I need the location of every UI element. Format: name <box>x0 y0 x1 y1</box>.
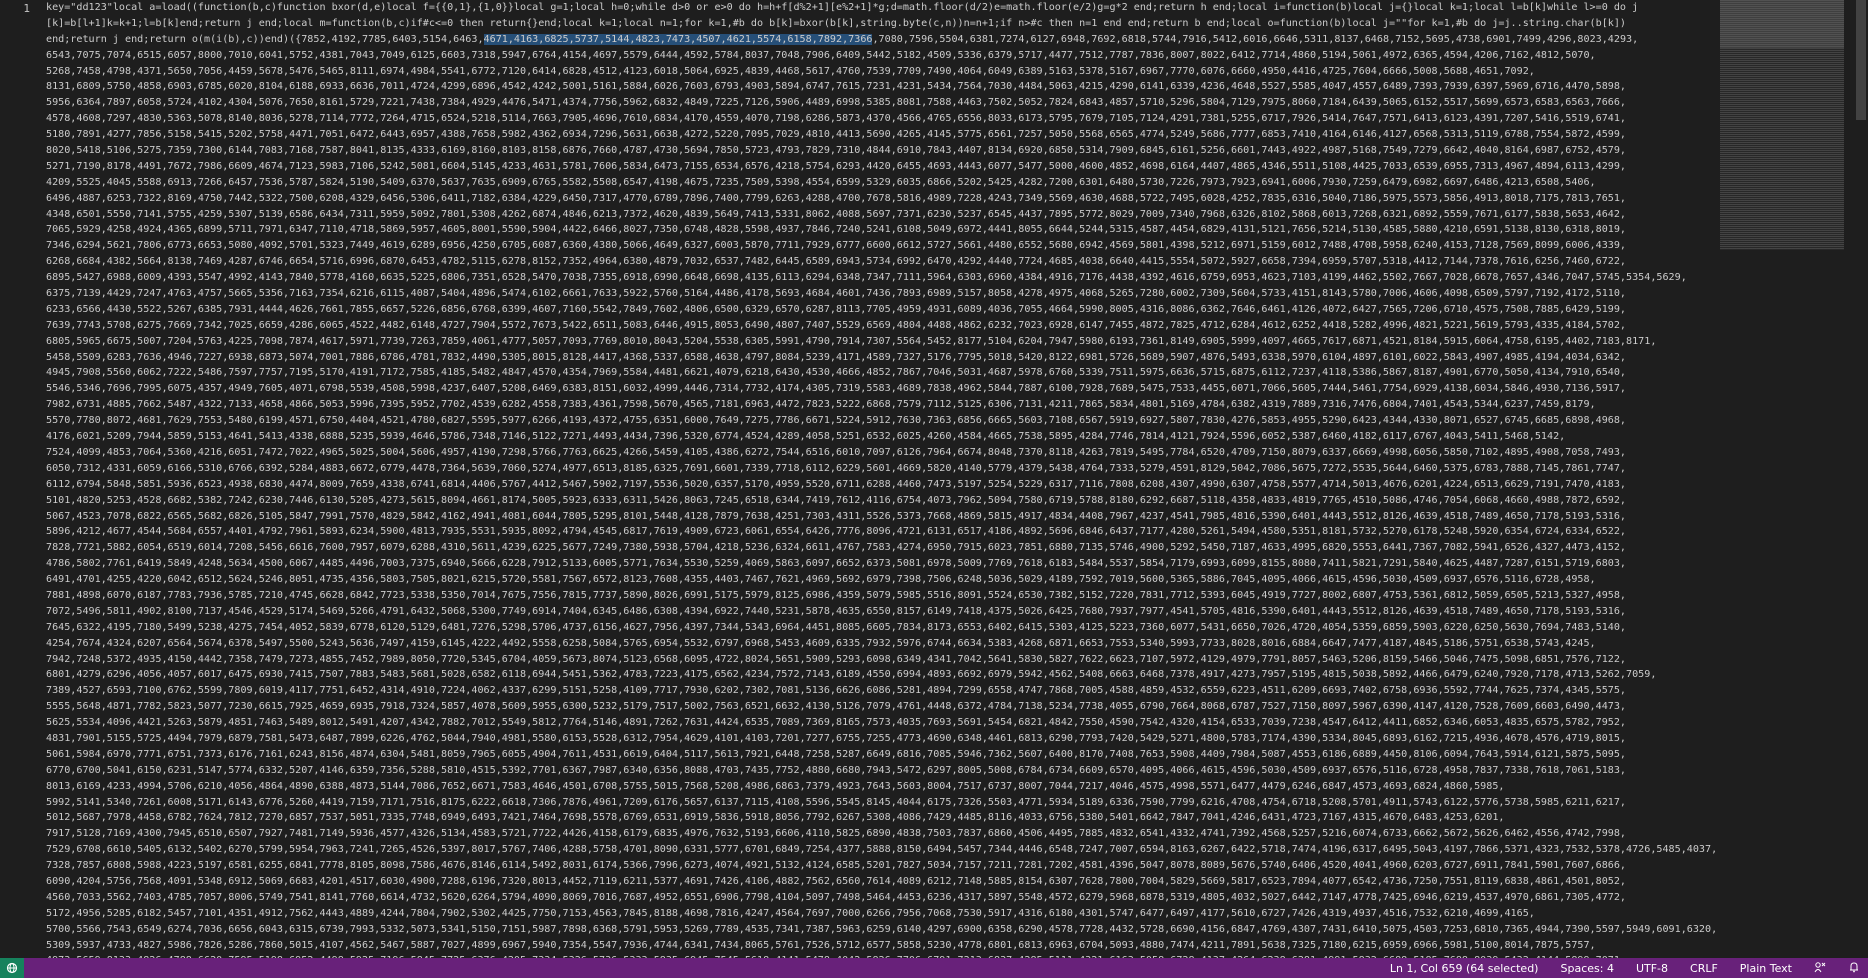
code-line[interactable]: 7917,5128,7169,4300,7945,6510,6507,7927,… <box>46 826 1746 842</box>
code-line[interactable]: 5180,7891,4277,7856,5158,5415,5202,5758,… <box>46 127 1746 143</box>
code-editor[interactable]: 1 key="dd123"local a=load((function(b,c)… <box>0 0 1868 958</box>
code-line[interactable]: 7645,6322,4195,7180,5499,5238,4275,7454,… <box>46 620 1746 636</box>
code-line[interactable]: 6543,7075,7074,6515,6057,8000,7010,6041,… <box>46 48 1746 64</box>
code-line[interactable]: 5271,7190,8178,4491,7672,7986,6609,4674,… <box>46 159 1746 175</box>
code-line[interactable]: 6233,6566,4430,5522,5267,6385,7931,4444,… <box>46 302 1746 318</box>
bell-icon[interactable] <box>1848 961 1860 976</box>
code-line[interactable]: 5546,5346,7696,7995,6075,4357,4949,7605,… <box>46 381 1746 397</box>
code-line[interactable]: 5101,4820,5253,4528,6682,5382,7242,6230,… <box>46 493 1746 509</box>
code-line[interactable]: 4945,7908,5560,6062,7222,5486,7597,7757,… <box>46 365 1746 381</box>
code-line[interactable]: 6496,4887,6253,7322,8169,4750,7442,5322,… <box>46 191 1746 207</box>
status-bar: Ln 1, Col 659 (64 selected) Spaces: 4 UT… <box>0 958 1868 978</box>
code-line[interactable]: 6770,6700,5041,6150,6231,5147,5774,6332,… <box>46 763 1746 779</box>
feedback-icon[interactable] <box>1814 961 1826 976</box>
code-line[interactable]: 5309,5937,4733,4827,5986,7826,5286,7860,… <box>46 938 1746 954</box>
line-number: 1 <box>23 2 30 15</box>
remote-indicator[interactable] <box>0 958 24 978</box>
code-line[interactable]: 4254,7674,4324,6207,6564,5674,6378,5497,… <box>46 636 1746 652</box>
code-line[interactable]: 8131,6809,5750,4858,6903,6785,6020,8104,… <box>46 79 1746 95</box>
code-line[interactable]: 5956,6364,7897,6058,5724,4102,4304,5076,… <box>46 95 1746 111</box>
code-line[interactable]: 7828,7721,5882,6054,6519,6014,7208,5456,… <box>46 540 1746 556</box>
code-line[interactable]: 4831,7901,5155,5725,4494,7979,6879,7581,… <box>46 731 1746 747</box>
code-line[interactable]: 7942,7248,5372,4935,4150,4442,7358,7479,… <box>46 652 1746 668</box>
code-line[interactable]: 4176,6021,5209,7944,5859,5153,4641,5413,… <box>46 429 1746 445</box>
code-line[interactable]: [k]=b[l+1]k=k+1;l=b[k]end;return j end;l… <box>46 16 1746 32</box>
vertical-scrollbar[interactable] <box>1854 0 1868 958</box>
code-line[interactable]: 7065,5929,4258,4924,4365,6899,5711,7971,… <box>46 222 1746 238</box>
code-line[interactable]: 4560,7033,5562,7403,4785,7057,8006,5749,… <box>46 890 1746 906</box>
code-line[interactable]: 6895,5427,6988,6009,4393,5547,4992,4143,… <box>46 270 1746 286</box>
encoding[interactable]: UTF-8 <box>1636 962 1668 975</box>
code-line[interactable]: 6491,4701,4255,4220,6042,6512,5624,5246,… <box>46 572 1746 588</box>
minimap-slider[interactable] <box>1720 0 1844 48</box>
code-line[interactable]: 5172,4956,5285,6182,5457,7101,4351,4912,… <box>46 906 1746 922</box>
code-line[interactable]: 4348,6501,5550,7141,5755,4259,5307,5139,… <box>46 207 1746 223</box>
code-line[interactable]: 8013,6169,4233,4994,5706,6210,4056,4864,… <box>46 779 1746 795</box>
code-line[interactable]: 6375,7139,4429,7247,4763,4757,5665,5356,… <box>46 286 1746 302</box>
code-line[interactable]: end;return j end;return o(m(i(b),c))end)… <box>46 32 1746 48</box>
code-line[interactable]: 4786,5802,7761,6419,5849,4248,5634,4500,… <box>46 556 1746 572</box>
code-line[interactable]: 6050,7312,4331,6059,6166,5310,6766,6392,… <box>46 461 1746 477</box>
indentation[interactable]: Spaces: 4 <box>1560 962 1613 975</box>
code-line[interactable]: 7881,4898,6070,6187,7783,7936,5785,7210,… <box>46 588 1746 604</box>
code-line[interactable]: 6112,6794,5848,5851,5936,6523,4938,6830,… <box>46 477 1746 493</box>
code-line[interactable]: 6090,4204,5756,7568,4091,5348,6912,5069,… <box>46 874 1746 890</box>
code-line[interactable]: 6268,6684,4382,5664,8138,7469,4287,6746,… <box>46 254 1746 270</box>
code-line[interactable]: 8020,5418,5106,5275,7359,7300,6144,7083,… <box>46 143 1746 159</box>
remote-icon <box>6 962 18 974</box>
code-line[interactable]: 5012,5687,7978,4458,6782,7624,7812,7270,… <box>46 810 1746 826</box>
editor-text-area[interactable]: key="dd123"local a=load((function(b,c)fu… <box>46 0 1746 958</box>
code-line[interactable]: 5700,5566,7543,6549,6274,7036,6656,6043,… <box>46 922 1746 938</box>
code-line[interactable]: 7982,6731,4885,7662,5487,4322,7133,4658,… <box>46 397 1746 413</box>
line-number-gutter: 1 <box>0 0 36 958</box>
code-line[interactable]: 5061,5984,6970,7771,6751,7373,6176,7161,… <box>46 747 1746 763</box>
minimap[interactable] <box>1720 0 1844 250</box>
code-line[interactable]: 7529,6708,6610,5405,6132,5402,6270,5799,… <box>46 842 1746 858</box>
code-line[interactable]: 5067,4523,7078,6822,6565,5682,6826,5105,… <box>46 509 1746 525</box>
code-line[interactable]: 5458,5509,6283,7636,4946,7227,6938,6873,… <box>46 350 1746 366</box>
cursor-position[interactable]: Ln 1, Col 659 (64 selected) <box>1390 962 1539 975</box>
code-line[interactable]: 5570,7780,8072,4681,7629,7553,5480,6199,… <box>46 413 1746 429</box>
code-line[interactable]: 6805,5965,6675,5007,7204,5763,4225,7098,… <box>46 334 1746 350</box>
code-line[interactable]: 7328,7857,6808,5988,4223,5197,6581,6255,… <box>46 858 1746 874</box>
code-line[interactable]: 7389,4527,6593,7100,6762,5599,7809,6019,… <box>46 683 1746 699</box>
code-line[interactable]: 5268,7458,4798,4371,5650,7056,4459,5678,… <box>46 64 1746 80</box>
end-of-line[interactable]: CRLF <box>1690 962 1718 975</box>
code-line[interactable]: 7639,7743,5708,6275,7669,7342,7025,6659,… <box>46 318 1746 334</box>
code-line[interactable]: 5625,5534,4096,4421,5263,5879,4851,7463,… <box>46 715 1746 731</box>
code-line[interactable]: key="dd123"local a=load((function(b,c)fu… <box>46 0 1746 16</box>
code-line[interactable]: 4209,5525,4045,5588,6913,7266,6457,7536,… <box>46 175 1746 191</box>
language-mode[interactable]: Plain Text <box>1740 962 1792 975</box>
code-line[interactable]: 7524,4099,4853,7064,5360,4216,6051,7472,… <box>46 445 1746 461</box>
code-line[interactable]: 7072,5496,5811,4902,8100,7137,4546,4529,… <box>46 604 1746 620</box>
code-line[interactable]: 7346,6294,5621,7806,6773,6653,5080,4092,… <box>46 238 1746 254</box>
text-selection[interactable]: 4671,4163,6825,5737,5144,4823,7473,4507,… <box>483 33 873 45</box>
code-line[interactable]: 6801,4279,6296,4056,4057,6017,6475,6930,… <box>46 667 1746 683</box>
code-line[interactable]: 5896,4212,4677,4544,5684,6557,4401,4792,… <box>46 524 1746 540</box>
scrollbar-thumb[interactable] <box>1856 0 1866 120</box>
code-line[interactable]: 4578,4608,7297,4830,5363,5078,8140,8036,… <box>46 111 1746 127</box>
code-line[interactable]: 5555,5648,4871,7782,5823,5077,7230,6615,… <box>46 699 1746 715</box>
code-line[interactable]: 5992,5141,5340,7261,6008,5171,6143,6776,… <box>46 795 1746 811</box>
